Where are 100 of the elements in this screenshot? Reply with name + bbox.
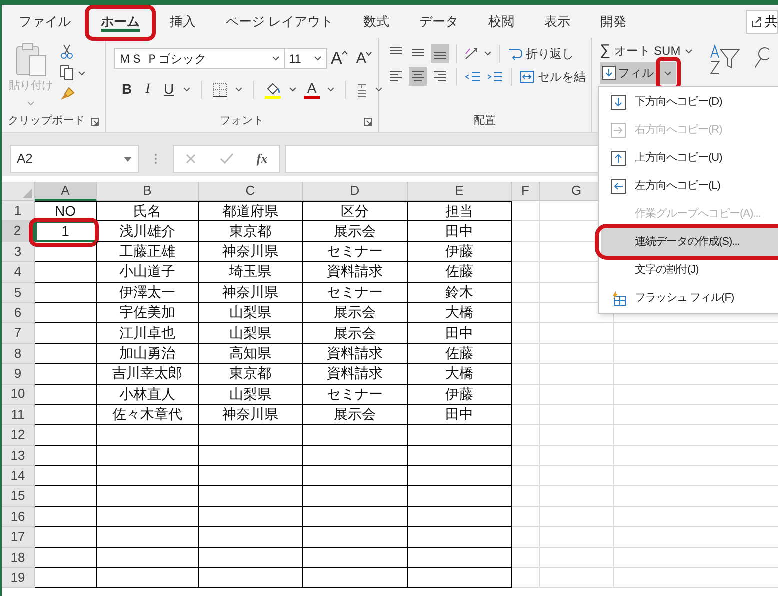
table-cell[interactable]: 加山勇治 (97, 344, 199, 364)
insert-function-button[interactable]: fx (256, 149, 268, 169)
row-header[interactable]: 13 (2, 446, 35, 466)
table-cell[interactable]: 田中 (408, 323, 512, 344)
copy-icon[interactable] (60, 65, 74, 81)
active-cell[interactable]: 1 (35, 221, 97, 242)
table-cell[interactable]: 吉川幸太郎 (97, 364, 199, 385)
name-box[interactable]: A2 (10, 145, 139, 173)
bold-button[interactable]: B (120, 79, 134, 100)
table-cell[interactable]: 田中 (408, 221, 512, 242)
table-cell[interactable]: 田中 (408, 404, 512, 426)
scissors-icon[interactable] (60, 44, 74, 60)
empty-cell[interactable] (199, 486, 303, 507)
italic-button[interactable]: I (141, 79, 155, 100)
empty-cell[interactable] (199, 466, 303, 486)
share-button[interactable]: 共 (746, 10, 778, 34)
row-header[interactable]: 1 (2, 201, 35, 222)
table-cell[interactable]: 小林直人 (97, 384, 199, 405)
empty-cell[interactable] (303, 446, 408, 466)
caret-icon[interactable] (684, 48, 693, 54)
table-cell[interactable]: 区分 (303, 201, 408, 222)
table-cell[interactable]: 工藤正雄 (97, 242, 199, 262)
row-header[interactable]: 6 (2, 302, 35, 324)
empty-cell[interactable] (97, 486, 199, 507)
empty-cell[interactable] (408, 548, 512, 568)
row-header[interactable]: 4 (2, 262, 35, 283)
caret-icon[interactable] (375, 87, 383, 92)
table-cell[interactable]: 山梨県 (199, 323, 303, 344)
row-header[interactable]: 12 (2, 425, 35, 446)
table-cell[interactable]: 山梨県 (199, 384, 303, 405)
underline-button[interactable]: U (162, 79, 176, 100)
menu-item[interactable]: 下方向へコピー(D) (601, 88, 778, 116)
menu-item[interactable]: 上方向へコピー(U) (601, 144, 778, 172)
row-header[interactable]: 14 (2, 466, 35, 486)
table-cell[interactable]: 都道府県 (199, 201, 303, 222)
empty-cell[interactable] (303, 568, 408, 588)
table-cell[interactable]: 伊藤 (408, 242, 512, 262)
empty-cell[interactable] (303, 506, 408, 528)
table-cell[interactable]: 神奈川県 (199, 242, 303, 262)
empty-cell[interactable] (199, 548, 303, 568)
empty-cell[interactable] (408, 446, 512, 466)
table-cell[interactable]: 高知県 (199, 344, 303, 364)
dropdown-caret-icon[interactable] (314, 56, 322, 61)
ribbon-tab[interactable]: ホーム (99, 5, 142, 38)
text-orientation-icon[interactable] (464, 46, 480, 62)
font-size-field[interactable]: 11 (285, 48, 327, 69)
row-header[interactable]: 3 (2, 242, 35, 262)
drag-handle-icon[interactable] (154, 153, 158, 165)
autosum-button[interactable]: ∑ オート SUM (600, 42, 693, 60)
table-cell[interactable]: 東京都 (199, 221, 303, 242)
empty-cell[interactable] (199, 527, 303, 548)
empty-cell[interactable] (199, 446, 303, 466)
empty-cell[interactable] (408, 506, 512, 528)
table-cell[interactable]: 資料請求 (303, 262, 408, 283)
empty-cell[interactable] (97, 568, 199, 588)
empty-cell[interactable] (408, 568, 512, 588)
table-cell[interactable]: 展示会 (303, 302, 408, 324)
table-cell[interactable]: 展示会 (303, 323, 408, 344)
wrap-text-button[interactable]: 折り返し (507, 44, 574, 62)
row-header[interactable]: 10 (2, 384, 35, 405)
dropdown-caret-icon[interactable] (272, 56, 280, 61)
ribbon-tab[interactable]: 挿入 (168, 5, 198, 38)
font-name-field[interactable]: ＭＳ Ｐゴシック (114, 48, 285, 69)
grow-font-button[interactable]: A (331, 50, 348, 67)
ribbon-tab[interactable]: ファイル (17, 5, 73, 38)
empty-cell[interactable] (303, 527, 408, 548)
borders-icon[interactable] (212, 82, 228, 98)
table-cell[interactable]: 伊藤 (408, 384, 512, 405)
row-header[interactable]: 17 (2, 527, 35, 548)
table-cell[interactable]: 氏名 (97, 201, 199, 222)
empty-cell[interactable] (97, 506, 199, 528)
column-header[interactable]: E (408, 182, 512, 201)
column-header[interactable]: A (35, 182, 97, 201)
empty-cell[interactable] (408, 466, 512, 486)
bottom-align-icon[interactable] (431, 44, 449, 63)
table-cell[interactable]: 佐々木章代 (97, 404, 199, 426)
empty-cell[interactable] (97, 527, 199, 548)
row-header[interactable]: 16 (2, 506, 35, 528)
column-header[interactable]: D (303, 182, 408, 201)
ribbon-tab[interactable]: 表示 (542, 5, 573, 38)
table-cell[interactable]: 神奈川県 (199, 282, 303, 303)
empty-cell[interactable] (303, 466, 408, 486)
empty-cell[interactable] (199, 506, 303, 528)
table-cell[interactable]: NO (35, 201, 97, 222)
table-cell[interactable]: 東京都 (199, 364, 303, 385)
table-cell[interactable]: 佐藤 (408, 344, 512, 364)
shrink-font-button[interactable]: A (356, 51, 372, 66)
ribbon-tab[interactable]: 校閲 (486, 5, 517, 38)
center-align-icon[interactable] (409, 67, 427, 86)
ribbon-tab[interactable]: 数式 (362, 5, 392, 38)
table-cell[interactable]: セミナー (303, 282, 408, 303)
table-cell[interactable]: 大橋 (408, 302, 512, 324)
dialog-launcher-icon[interactable] (91, 118, 99, 126)
table-cell[interactable]: 展示会 (303, 221, 408, 242)
menu-item[interactable]: 文字の割付(J) (601, 256, 778, 284)
column-header[interactable]: C (199, 182, 303, 201)
row-header[interactable]: 7 (2, 323, 35, 344)
table-cell[interactable]: 浅川雄介 (97, 221, 199, 242)
table-cell[interactable]: 展示会 (303, 404, 408, 426)
caret-icon[interactable] (78, 70, 86, 76)
